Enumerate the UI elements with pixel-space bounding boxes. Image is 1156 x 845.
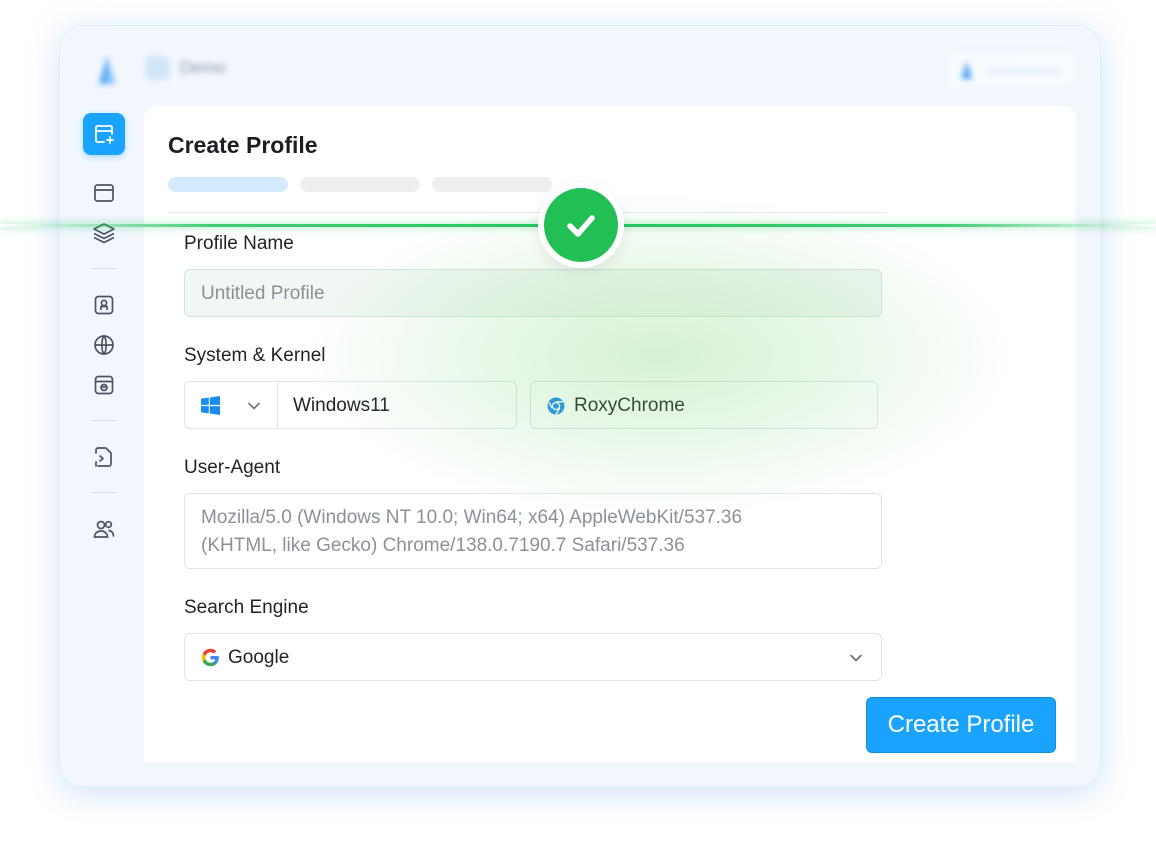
team-icon — [93, 520, 115, 538]
id-badge-icon — [94, 295, 114, 315]
header-divider — [168, 212, 886, 213]
user-agent-line-2: (KHTML, like Gecko) Chrome/138.0.7190.7 … — [201, 535, 685, 556]
new-profile-nav-button[interactable] — [83, 113, 125, 155]
profile-name-input[interactable]: Untitled Profile — [184, 269, 882, 317]
new-window-icon — [95, 125, 114, 144]
top-bar: Demo — [60, 26, 1100, 106]
workspace-icon — [146, 56, 170, 80]
profiles-nav-button[interactable] — [83, 172, 125, 214]
accounts-nav-button[interactable] — [83, 284, 125, 326]
account-avatar-icon — [961, 61, 972, 79]
sidebar-divider — [91, 420, 117, 421]
app-logo-icon — [99, 56, 115, 84]
create-profile-button[interactable]: Create Profile — [866, 697, 1056, 753]
kernel-value: RoxyChrome — [574, 395, 685, 416]
google-icon — [201, 648, 219, 667]
success-circle — [544, 188, 618, 262]
profile-name-placeholder: Untitled Profile — [201, 283, 325, 304]
app-window: Demo Create Profile Profile Name Untitle… — [60, 26, 1100, 786]
proxies-nav-button[interactable] — [83, 324, 125, 366]
sidebar-divider — [91, 268, 117, 269]
kernel-select[interactable]: RoxyChrome — [530, 381, 878, 429]
profile-name-label: Profile Name — [184, 233, 294, 254]
chevron-down-icon — [850, 654, 862, 662]
automation-nav-button[interactable] — [83, 436, 125, 478]
groups-nav-button[interactable] — [83, 212, 125, 254]
extension-box-icon — [94, 375, 114, 395]
os-type-select[interactable] — [184, 381, 278, 429]
roxychrome-icon — [547, 397, 565, 415]
user-agent-label: User-Agent — [184, 457, 281, 478]
script-file-icon — [95, 447, 112, 467]
system-kernel-label: System & Kernel — [184, 345, 326, 366]
browser-window-icon — [94, 184, 114, 202]
account-name — [985, 67, 1061, 75]
search-engine-select[interactable]: Google — [184, 633, 882, 681]
windows-icon — [201, 396, 220, 415]
os-version-value: Windows11 — [293, 395, 390, 416]
user-agent-textarea[interactable]: Mozilla/5.0 (Windows NT 10.0; Win64; x64… — [184, 493, 882, 569]
step-indicator — [300, 177, 420, 192]
workspace-name: Demo — [180, 58, 226, 77]
team-nav-button[interactable] — [83, 508, 125, 550]
sidebar — [60, 106, 144, 786]
search-engine-label: Search Engine — [184, 597, 309, 618]
workspace-selector[interactable]: Demo — [146, 56, 225, 80]
search-engine-value: Google — [228, 647, 290, 668]
step-indicator — [432, 177, 552, 192]
step-indicator-active — [168, 177, 288, 192]
checkmark-icon — [567, 215, 595, 237]
sidebar-divider — [91, 492, 117, 493]
success-badge — [538, 182, 624, 268]
chevron-down-icon — [248, 402, 260, 410]
user-agent-line-1: Mozilla/5.0 (Windows NT 10.0; Win64; x64… — [201, 507, 743, 528]
page-title: Create Profile — [168, 132, 318, 158]
os-version-select[interactable]: Windows11 — [277, 381, 517, 429]
globe-icon — [94, 335, 114, 355]
account-menu[interactable] — [948, 51, 1076, 87]
extensions-nav-button[interactable] — [83, 364, 125, 406]
